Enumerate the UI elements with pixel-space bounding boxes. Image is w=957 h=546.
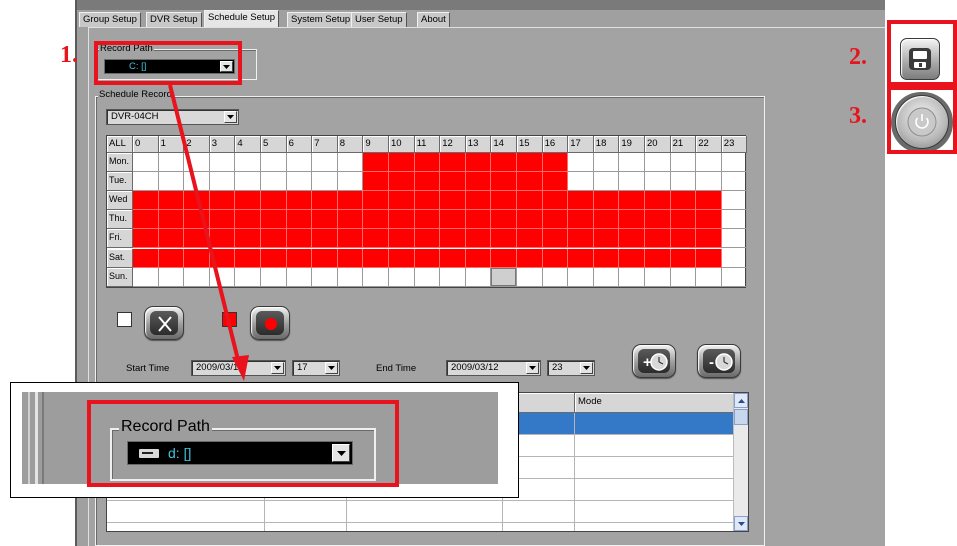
callout-arrow — [168, 84, 249, 381]
